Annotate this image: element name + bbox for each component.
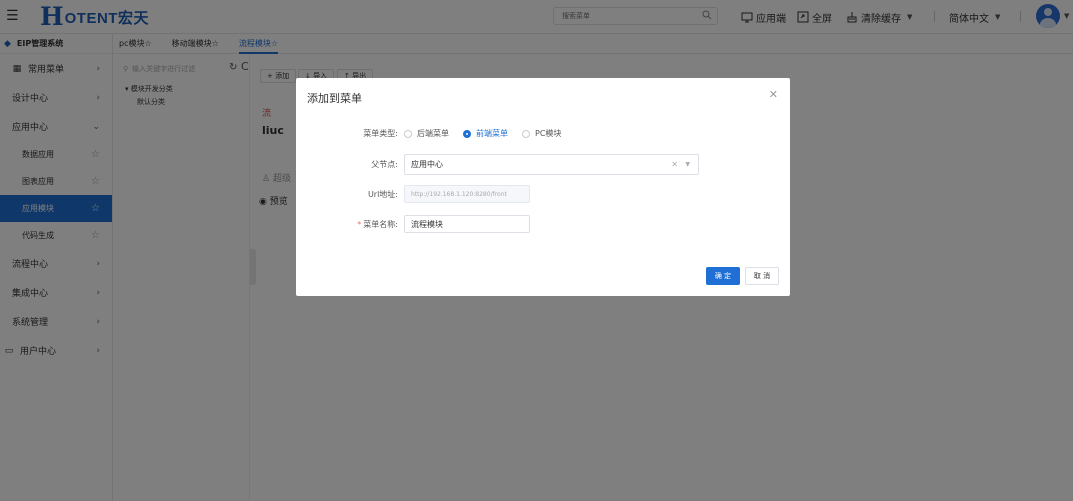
parent-value: 应用中心 (411, 160, 443, 169)
parent-row: 父节点: 应用中心 ✕ ▼ (296, 154, 699, 175)
menu-type-label: 菜单类型: (363, 129, 398, 138)
parent-label: 父节点: (371, 160, 398, 169)
confirm-button[interactable]: 确 定 (706, 267, 740, 285)
url-input: http://192.168.1.120:8280/front (404, 185, 530, 203)
radio-circle[interactable] (404, 129, 412, 138)
parent-select[interactable]: 应用中心 ✕ ▼ (404, 154, 699, 175)
radio-label: PC模块 (535, 129, 562, 138)
name-label-text: 菜单名称: (363, 219, 398, 229)
add-to-menu-dialog: 添加到菜单 ✕ 菜单类型: 后端菜单 前端菜单 PC模块 父节点: 应用中心 ✕… (296, 78, 790, 296)
radio-backend-menu[interactable]: 后端菜单 (404, 128, 449, 139)
name-label: * 菜单名称: (296, 219, 404, 230)
close-icon[interactable]: ✕ (769, 88, 778, 101)
menu-name-input[interactable]: 流程模块 (404, 215, 530, 233)
radio-label: 后端菜单 (417, 129, 449, 138)
clear-icon[interactable]: ✕ (671, 160, 678, 169)
cancel-button[interactable]: 取 消 (745, 267, 779, 285)
radio-pc-module[interactable]: PC模块 (522, 128, 561, 139)
chevron-down-icon[interactable]: ▼ (685, 161, 690, 168)
radio-circle[interactable] (463, 129, 471, 138)
url-label: Url地址: (367, 189, 398, 199)
dialog-title: 添加到菜单 (307, 92, 362, 105)
radio-frontend-menu[interactable]: 前端菜单 (463, 128, 508, 139)
url-row: Url地址: http://192.168.1.120:8280/front (296, 185, 530, 203)
radio-circle[interactable] (522, 129, 530, 138)
name-row: * 菜单名称: 流程模块 (296, 215, 530, 233)
required-mark: * (357, 219, 362, 229)
menu-type-row: 菜单类型: 后端菜单 前端菜单 PC模块 (296, 128, 575, 139)
radio-label: 前端菜单 (476, 129, 508, 138)
